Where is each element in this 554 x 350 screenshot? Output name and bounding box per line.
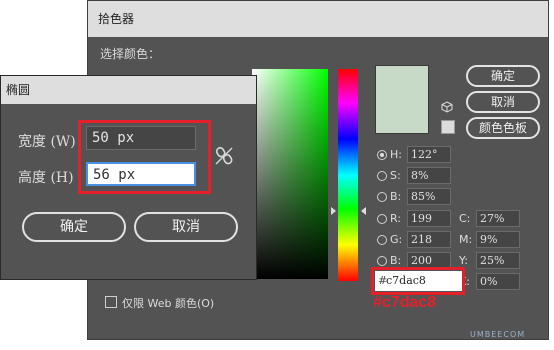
ok-button[interactable]: 确定 [466,65,540,87]
radio-b[interactable] [377,192,387,202]
cancel-button[interactable]: 取消 [466,91,540,113]
web-only-label: 仅限 Web 颜色(O) [122,297,215,310]
height-label: 高度 (H) [18,170,74,186]
k-field[interactable]: 0% [476,273,520,290]
radio-g[interactable] [377,235,387,245]
b-label: B: [390,190,402,203]
radio-blue[interactable] [377,256,387,266]
width-label: 宽度 (W) [18,134,76,150]
hex-caption: #c7dac8 [373,294,437,311]
m-label: M: [459,233,473,246]
out-of-gamut-cube-icon[interactable] [441,101,453,113]
ellipse-cancel-button[interactable]: 取消 [134,212,238,242]
new-color-swatch [375,65,429,100]
ellipse-ok-button[interactable]: 确定 [22,212,126,242]
radio-r[interactable] [377,214,387,224]
size-highlight-frame [78,120,211,194]
color-swatches-button[interactable]: 颜色色板 [466,117,540,139]
g-field[interactable]: 218 [407,231,451,248]
radio-s[interactable] [377,171,387,181]
r-label: R: [390,212,402,225]
checkbox-box[interactable] [105,296,117,308]
current-color-swatch[interactable] [375,99,429,134]
s-field[interactable]: 8% [407,167,451,184]
m-field[interactable]: 9% [476,231,520,248]
hue-slider-arrow-right[interactable] [361,207,366,215]
hex-highlight-frame [371,267,465,295]
s-label: S: [390,169,401,182]
r-field[interactable]: 199 [407,210,451,227]
h-field[interactable]: 122° [407,146,451,163]
h-label: H: [390,148,402,161]
g-label: G: [390,233,403,246]
hue-slider[interactable] [338,69,358,281]
c-label: C: [459,212,471,225]
select-color-label: 选择颜色： [100,47,161,61]
color-field[interactable] [252,69,328,279]
picker-title: 拾色器 [88,1,548,37]
link-dimensions-icon[interactable] [214,146,234,166]
y-field[interactable]: 25% [476,252,520,269]
hue-slider-arrow-left[interactable] [331,207,336,215]
watermark: UMBEECOM [470,330,526,339]
b-field[interactable]: 85% [407,188,451,205]
blue-label: B: [390,254,402,267]
web-only-checkbox[interactable]: 仅限 Web 颜色(O) [105,295,214,311]
radio-h[interactable] [377,150,387,160]
c-field[interactable]: 27% [476,210,520,227]
y-label: Y: [459,254,468,267]
web-safe-swatch[interactable] [441,120,455,134]
ellipse-title: 椭圆 [1,76,256,104]
